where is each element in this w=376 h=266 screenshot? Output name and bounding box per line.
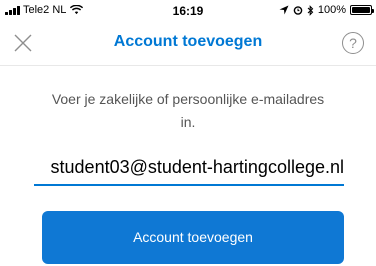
status-bar: Tele2 NL 16:19 100% <box>0 0 376 22</box>
help-icon[interactable]: ? <box>342 32 364 54</box>
battery-level <box>352 7 370 13</box>
location-icon <box>279 5 289 15</box>
status-right: 100% <box>279 4 374 16</box>
add-account-button[interactable]: Account toevoegen <box>42 211 344 264</box>
email-field[interactable]: student03@student-hartingcollege.nl <box>34 150 344 186</box>
battery-icon <box>350 5 374 15</box>
battery-percentage: 100% <box>317 4 346 16</box>
add-account-screen: Tele2 NL 16:19 100% Account toevoegen ? … <box>0 0 376 266</box>
page-title: Account toevoegen <box>113 33 263 50</box>
navigation-bar: Account toevoegen ? <box>0 22 376 66</box>
email-field-value: student03@student-hartingcollege.nl <box>50 157 344 177</box>
alarm-icon <box>293 6 303 15</box>
instruction-text: Voer je zakelijke of persoonlijke e-mail… <box>51 91 325 130</box>
bluetooth-icon <box>307 4 314 16</box>
